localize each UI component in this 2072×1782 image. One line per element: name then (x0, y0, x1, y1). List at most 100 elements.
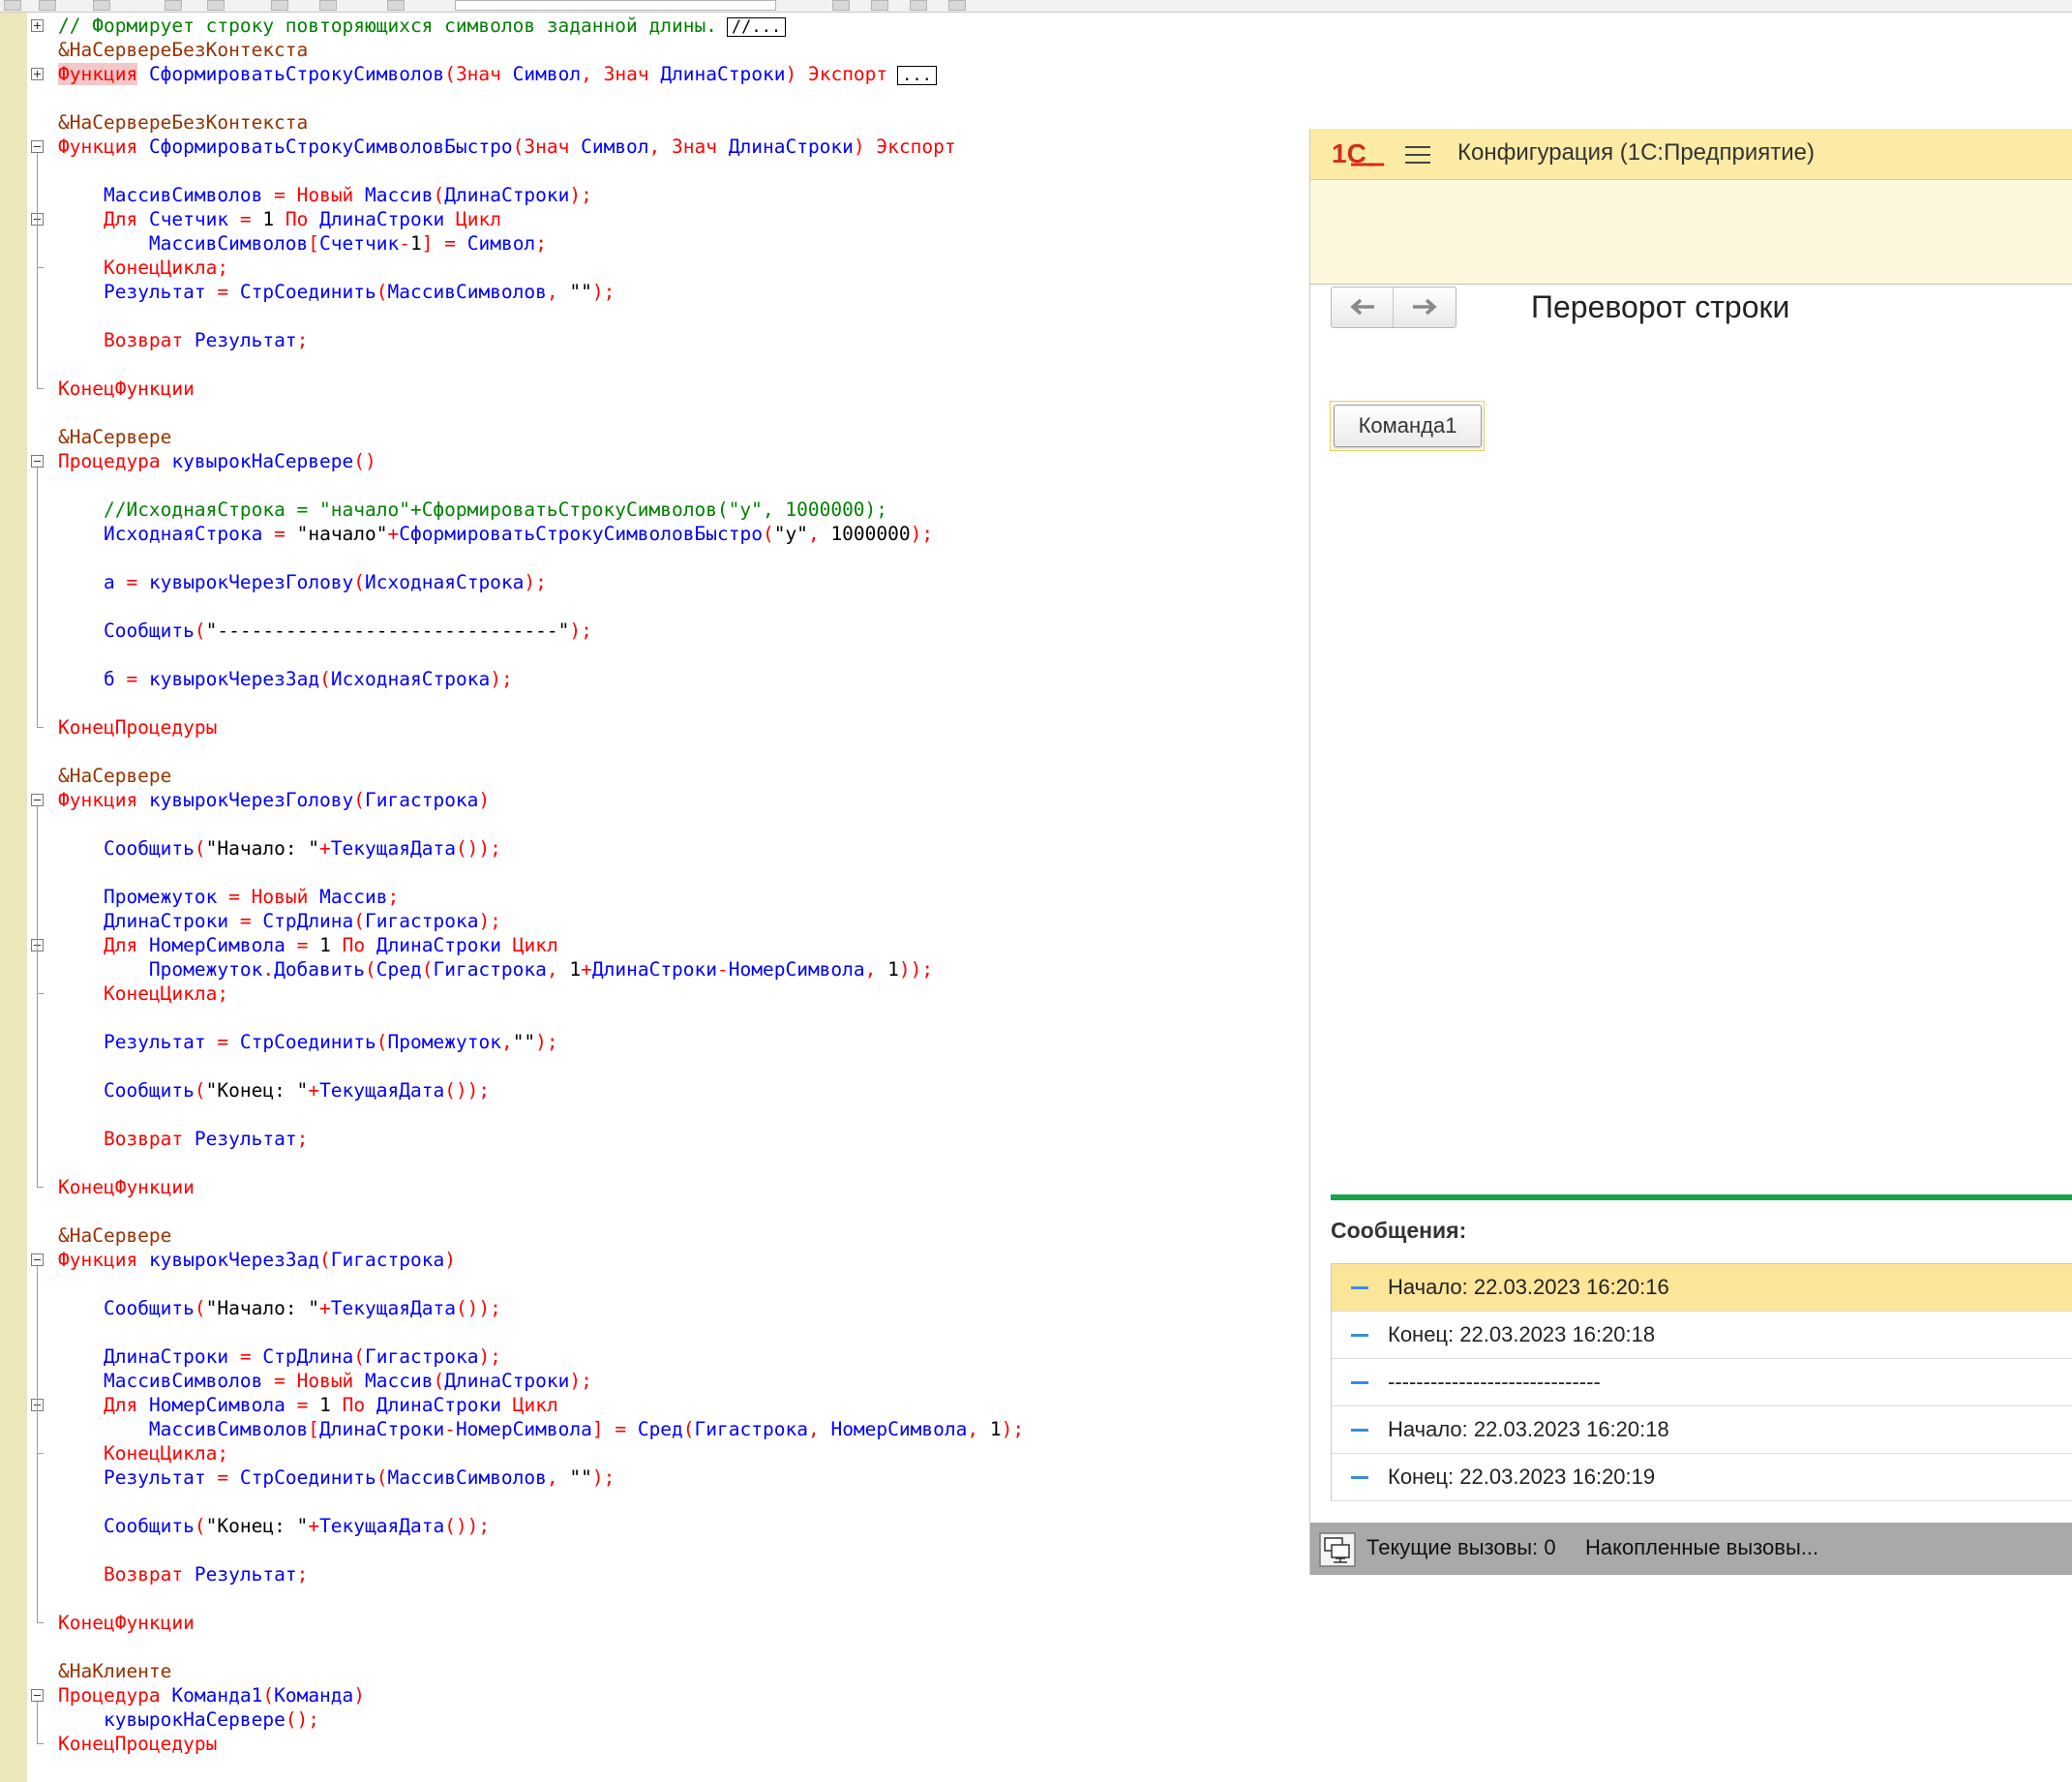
toolbar-icon[interactable] (207, 0, 225, 11)
code-line[interactable]: б = кувырокЧерезЗад(ИсходнаяСтрока); (58, 667, 1306, 691)
toolbar-icon[interactable] (832, 0, 850, 11)
code-line[interactable] (58, 812, 1306, 836)
code-line[interactable]: Функция СформироватьСтрокуСимволов(Знач … (58, 62, 1306, 86)
collapsed-region-marker[interactable]: ... (897, 65, 937, 85)
collapse-icon[interactable] (31, 794, 44, 806)
code-line[interactable]: МассивСимволов[ДлинаСтроки-НомерСимвола]… (58, 1417, 1306, 1441)
code-line[interactable] (58, 1006, 1306, 1030)
code-line[interactable] (58, 1151, 1306, 1175)
collapse-icon[interactable] (31, 1253, 44, 1266)
code-line[interactable]: КонецФункции (58, 1175, 1306, 1199)
code-line[interactable]: КонецЦикла; (58, 982, 1306, 1006)
code-line[interactable]: КонецЦикла; (58, 256, 1306, 280)
code-line[interactable]: КонецПроцедуры (58, 715, 1306, 740)
toolbar-icon[interactable] (39, 0, 56, 11)
code-line[interactable]: Функция СформироватьСтрокуСимволовБыстро… (58, 135, 1306, 159)
code-line[interactable]: Функция кувырокЧерезГолову(Гигастрока) (58, 788, 1306, 812)
toolbar-icon[interactable] (871, 0, 888, 11)
server-calls-icon[interactable] (1319, 1532, 1356, 1567)
code-line[interactable] (58, 546, 1306, 570)
toolbar-icon[interactable] (271, 0, 288, 11)
code-line[interactable]: Сообщить("Конец: "+ТекущаяДата()); (58, 1514, 1306, 1538)
code-line[interactable] (58, 861, 1306, 885)
code-line[interactable] (58, 304, 1306, 328)
expand-icon[interactable] (31, 68, 44, 80)
code-line[interactable]: Сообщить("------------------------------… (58, 619, 1306, 643)
code-line[interactable]: Результат = СтрСоединить(МассивСимволов,… (58, 1465, 1306, 1490)
code-line[interactable]: Промежуток = Новый Массив; (58, 885, 1306, 909)
code-line[interactable]: МассивСимволов[Счетчик-1] = Символ; (58, 231, 1306, 256)
code-line[interactable]: Для НомерСимвола = 1 По ДлинаСтроки Цикл (58, 1393, 1306, 1417)
toolbar-icon[interactable] (948, 0, 966, 11)
procedure-selector[interactable] (455, 0, 776, 11)
code-line[interactable] (58, 159, 1306, 183)
code-line[interactable]: МассивСимволов = Новый Массив(ДлинаСтрок… (58, 183, 1306, 207)
code-line[interactable] (58, 1272, 1306, 1296)
code-line[interactable]: &НаСервере (58, 425, 1306, 449)
back-button[interactable] (1332, 287, 1394, 327)
code-line[interactable]: КонецФункции (58, 377, 1306, 401)
code-line[interactable]: Для НомерСимвола = 1 По ДлинаСтроки Цикл (58, 933, 1306, 957)
code-line[interactable]: &НаСервере (58, 1223, 1306, 1248)
message-row[interactable]: Начало: 22.03.2023 16:20:18 (1332, 1406, 2072, 1454)
code-line[interactable]: Возврат Результат; (58, 1562, 1306, 1586)
accumulated-calls-link[interactable]: Накопленные вызовы... (1585, 1535, 1818, 1560)
message-row[interactable]: Конец: 22.03.2023 16:20:19 (1332, 1454, 2072, 1501)
code-line[interactable]: Процедура кувырокНаСервере() (58, 449, 1306, 473)
code-line[interactable]: Сообщить("Начало: "+ТекущаяДата()); (58, 1296, 1306, 1320)
forward-button[interactable] (1394, 287, 1455, 327)
code-editor[interactable]: // Формирует строку повторяющихся символ… (58, 14, 1306, 1756)
code-line[interactable] (58, 1320, 1306, 1344)
code-line[interactable]: Промежуток.Добавить(Сред(Гигастрока, 1+Д… (58, 957, 1306, 982)
code-line[interactable]: &НаСервере (58, 764, 1306, 788)
code-line[interactable] (58, 643, 1306, 667)
collapsed-region-marker[interactable]: //... (726, 16, 787, 37)
code-line[interactable] (58, 740, 1306, 764)
code-line[interactable]: Результат = СтрСоединить(Промежуток,""); (58, 1030, 1306, 1054)
message-row[interactable]: Начало: 22.03.2023 16:20:16 (1332, 1264, 2072, 1312)
code-line[interactable]: Сообщить("Начало: "+ТекущаяДата()); (58, 836, 1306, 861)
code-line[interactable]: кувырокНаСервере(); (58, 1707, 1306, 1732)
toolbar-icon[interactable] (93, 0, 110, 11)
code-line[interactable]: КонецФункции (58, 1611, 1306, 1635)
toolbar-icon[interactable] (165, 0, 182, 11)
code-line[interactable]: &НаСервереБезКонтекста (58, 110, 1306, 135)
messages-splitter[interactable] (1331, 1194, 2072, 1200)
code-line[interactable] (58, 1199, 1306, 1223)
code-line[interactable] (58, 1635, 1306, 1659)
code-line[interactable] (58, 401, 1306, 425)
code-line[interactable]: Возврат Результат; (58, 1127, 1306, 1151)
code-line[interactable] (58, 1538, 1306, 1562)
code-line[interactable]: ДлинаСтроки = СтрДлина(Гигастрока); (58, 909, 1306, 933)
toolbar-icon[interactable] (319, 0, 337, 11)
code-line[interactable] (58, 86, 1306, 110)
code-line[interactable]: Для Счетчик = 1 По ДлинаСтроки Цикл (58, 207, 1306, 231)
code-line[interactable]: Сообщить("Конец: "+ТекущаяДата()); (58, 1078, 1306, 1102)
message-row[interactable]: ------------------------------ (1332, 1359, 2072, 1406)
code-line[interactable]: КонецЦикла; (58, 1441, 1306, 1465)
code-line[interactable] (58, 1490, 1306, 1514)
code-line[interactable] (58, 691, 1306, 715)
collapse-icon[interactable] (31, 455, 44, 468)
toolbar-icon[interactable] (4, 0, 21, 11)
code-line[interactable]: &НаКлиенте (58, 1659, 1306, 1683)
code-line[interactable]: Результат = СтрСоединить(МассивСимволов,… (58, 280, 1306, 304)
code-line[interactable]: МассивСимволов = Новый Массив(ДлинаСтрок… (58, 1369, 1306, 1393)
messages-list[interactable]: Начало: 22.03.2023 16:20:16 Конец: 22.03.… (1331, 1263, 2072, 1501)
toolbar-icon[interactable] (387, 0, 405, 11)
code-line[interactable] (58, 473, 1306, 498)
toolbar-icon[interactable] (910, 0, 927, 11)
code-line[interactable] (58, 594, 1306, 619)
collapse-icon[interactable] (31, 1689, 44, 1702)
command1-button[interactable]: Команда1 (1334, 405, 1482, 447)
code-line[interactable]: //ИсходнаяСтрока = "начало"+Сформировать… (58, 498, 1306, 522)
code-line[interactable] (58, 1102, 1306, 1127)
code-line[interactable]: ИсходнаяСтрока = "начало"+СформироватьСт… (58, 522, 1306, 546)
code-line[interactable]: Возврат Результат; (58, 328, 1306, 352)
code-line[interactable]: // Формирует строку повторяющихся символ… (58, 14, 1306, 38)
code-line[interactable]: Функция кувырокЧерезЗад(Гигастрока) (58, 1248, 1306, 1272)
code-line[interactable]: КонецПроцедуры (58, 1732, 1306, 1756)
hamburger-menu-icon[interactable] (1405, 144, 1432, 166)
collapse-icon[interactable] (31, 140, 44, 153)
code-line[interactable] (58, 352, 1306, 377)
